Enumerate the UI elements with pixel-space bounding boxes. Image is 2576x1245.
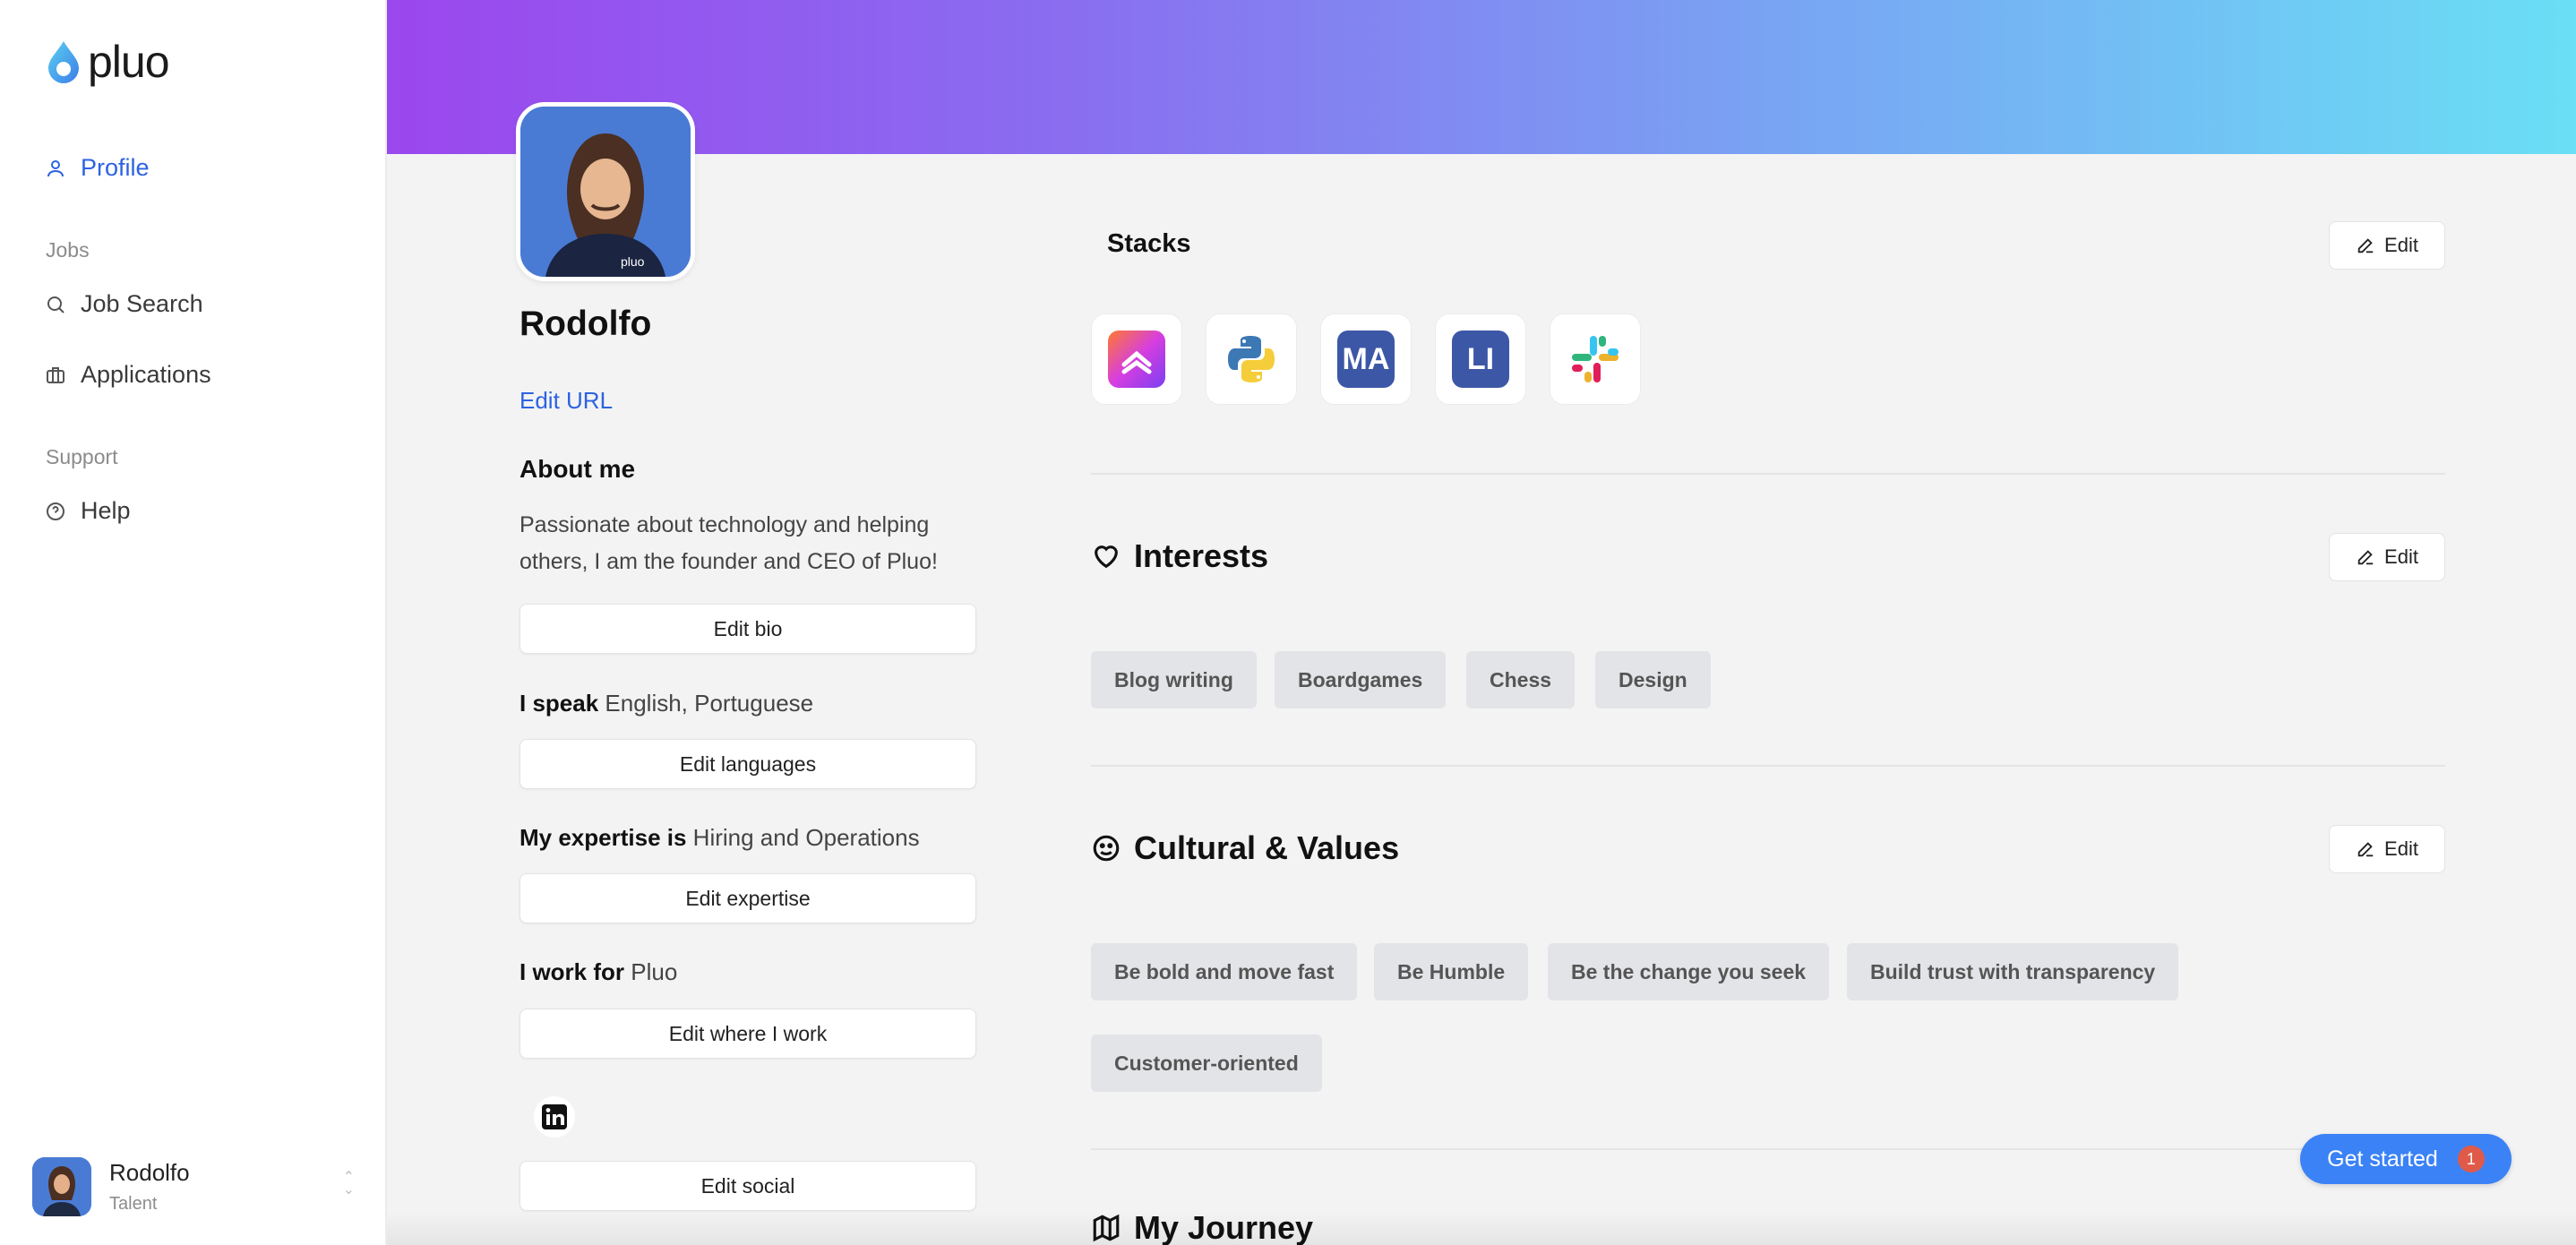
- stacks-title: Stacks: [1107, 229, 1191, 258]
- sidebar-item-applications[interactable]: Applications: [45, 361, 211, 389]
- profile-avatar[interactable]: pluo: [516, 102, 695, 281]
- culture-edit-button[interactable]: Edit: [2329, 825, 2445, 873]
- stack-item-clickup[interactable]: [1091, 313, 1182, 405]
- interests-title: Interests: [1134, 537, 1269, 574]
- work-label: I work for: [519, 958, 625, 985]
- edit-label: Edit: [2384, 545, 2418, 568]
- edit-work-button[interactable]: Edit where I work: [519, 1009, 976, 1059]
- edit-label: Edit: [2384, 234, 2418, 256]
- user-menu[interactable]: Rodolfo Talent ⌃ ⌄: [32, 1155, 355, 1218]
- pencil-icon: [2357, 238, 2374, 253]
- help-circle-icon: [47, 502, 64, 520]
- stacks-edit-button[interactable]: Edit: [2329, 221, 2445, 270]
- sidebar-item-help[interactable]: Help: [45, 497, 131, 525]
- pencil-icon: [2357, 550, 2374, 565]
- pencil-icon: [2357, 842, 2374, 857]
- sidebar-item-label: Applications: [81, 361, 211, 388]
- interests-edit-button[interactable]: Edit: [2329, 533, 2445, 581]
- nav-section-jobs: Jobs: [46, 238, 90, 262]
- nav-section-support: Support: [46, 445, 118, 468]
- sidebar: pluo Profile Jobs Job Search Application…: [0, 0, 387, 1245]
- user-icon: [47, 159, 64, 176]
- get-started-label: Get started: [2327, 1146, 2438, 1172]
- about-me-heading: About me: [519, 455, 636, 483]
- briefcase-icon: [47, 366, 64, 383]
- sidebar-item-job-search[interactable]: Job Search: [45, 290, 203, 318]
- expertise-fact: My expertise is Hiring and Operations: [519, 824, 920, 852]
- avatar: [32, 1157, 91, 1216]
- interest-chip[interactable]: Boardgames: [1275, 651, 1447, 708]
- droplet-logo-icon: [48, 41, 79, 83]
- journey-heading: My Journey: [1091, 1209, 1313, 1245]
- get-started-button[interactable]: Get started 1: [2300, 1134, 2512, 1184]
- languages-fact: I speak English, Portuguese: [519, 690, 813, 717]
- sidebar-item-label: Help: [81, 497, 131, 524]
- svg-text:pluo: pluo: [621, 254, 645, 269]
- expertise-value: Hiring and Operations: [692, 824, 920, 851]
- pluo-logo[interactable]: pluo: [45, 36, 170, 88]
- linkedin-icon[interactable]: [534, 1096, 575, 1138]
- search-icon: [47, 296, 64, 313]
- interest-chip[interactable]: Design: [1595, 651, 1711, 708]
- stack-letters: LI: [1452, 331, 1509, 388]
- edit-social-button[interactable]: Edit social: [519, 1161, 976, 1211]
- work-fact: I work for Pluo: [519, 958, 677, 986]
- map-icon: [1093, 1214, 1120, 1242]
- interest-chip[interactable]: Chess: [1466, 651, 1576, 708]
- journey-title: My Journey: [1134, 1209, 1314, 1245]
- edit-bio-button[interactable]: Edit bio: [519, 604, 976, 654]
- profile-name: Rodolfo: [519, 305, 652, 343]
- edit-languages-button[interactable]: Edit languages: [519, 739, 976, 789]
- interests-heading: Interests: [1091, 537, 1268, 575]
- notification-badge: 1: [2457, 1146, 2485, 1172]
- divider: [1091, 473, 2445, 475]
- sidebar-item-label: Profile: [81, 154, 150, 181]
- clickup-icon: [1108, 331, 1165, 388]
- languages-value: English, Portuguese: [605, 690, 814, 717]
- heart-icon: [1095, 545, 1118, 569]
- value-chip[interactable]: Customer-oriented: [1091, 1035, 1322, 1092]
- stack-item-ma[interactable]: MA: [1320, 313, 1412, 405]
- divider: [1091, 765, 2445, 767]
- value-chip[interactable]: Build trust with transparency: [1847, 943, 2179, 1000]
- smile-face-icon: [1093, 835, 1120, 862]
- work-value: Pluo: [631, 958, 678, 985]
- divider: [1091, 1148, 2445, 1150]
- stacks-heading: Stacks: [1107, 229, 1191, 259]
- python-icon: [1228, 336, 1275, 382]
- stack-item-li[interactable]: LI: [1435, 313, 1526, 405]
- expertise-label: My expertise is: [519, 824, 687, 851]
- value-chip[interactable]: Be Humble: [1374, 943, 1529, 1000]
- languages-label: I speak: [519, 690, 599, 717]
- sidebar-item-profile[interactable]: Profile: [45, 154, 150, 182]
- culture-heading: Cultural & Values: [1091, 829, 1399, 867]
- value-chip[interactable]: Be bold and move fast: [1091, 943, 1358, 1000]
- brand-name: pluo: [88, 37, 170, 87]
- stack-item-slack[interactable]: [1550, 313, 1641, 405]
- user-role: Talent: [109, 1194, 158, 1214]
- interest-chip[interactable]: Blog writing: [1091, 651, 1257, 708]
- edit-label: Edit: [2384, 837, 2418, 860]
- slack-icon: [1572, 336, 1619, 382]
- about-me-text: Passionate about technology and helping …: [519, 512, 938, 574]
- chevron-up-down-icon[interactable]: ⌃ ⌄: [343, 1171, 355, 1198]
- sidebar-item-label: Job Search: [81, 290, 203, 317]
- edit-expertise-button[interactable]: Edit expertise: [519, 873, 976, 923]
- profile-banner: [387, 0, 2576, 154]
- scroll-shadow: [387, 1211, 2576, 1245]
- culture-title: Cultural & Values: [1134, 829, 1400, 866]
- stack-item-python[interactable]: [1206, 313, 1297, 405]
- stack-letters: MA: [1337, 331, 1395, 388]
- user-name: Rodolfo: [109, 1159, 190, 1186]
- value-chip[interactable]: Be the change you seek: [1548, 943, 1830, 1000]
- edit-url-link[interactable]: Edit URL: [519, 387, 613, 415]
